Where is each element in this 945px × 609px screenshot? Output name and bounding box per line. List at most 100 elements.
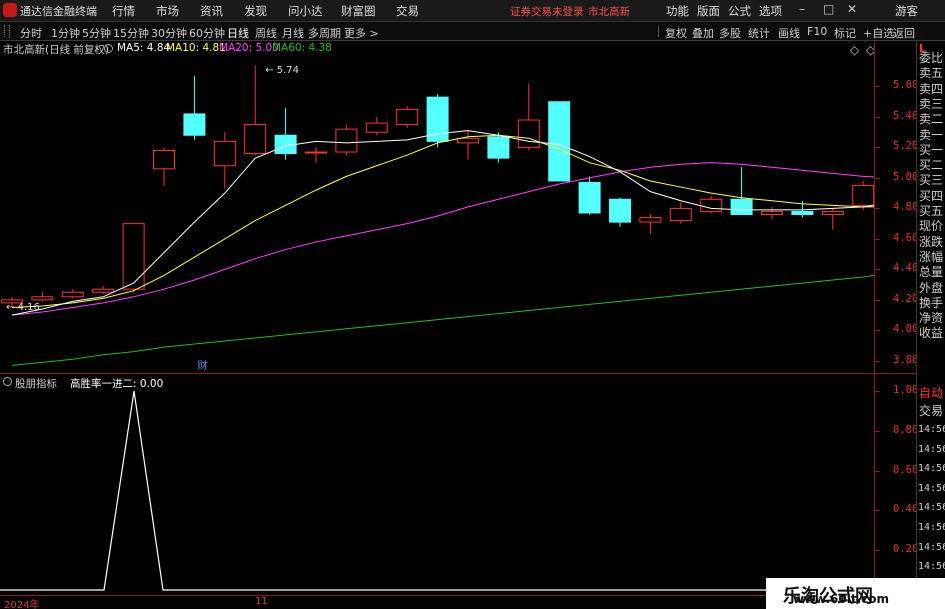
period-daily[interactable]: 日线	[227, 25, 249, 41]
candle[interactable]	[457, 130, 479, 160]
price-tick-label: 4.40	[893, 262, 919, 275]
settings-icon[interactable]	[104, 44, 113, 53]
price-tick-label: 5.60	[893, 79, 919, 92]
menu-ask[interactable]: 问小达	[288, 3, 323, 19]
tool-multistock[interactable]: 多股	[719, 25, 741, 41]
menu-market[interactable]: 市场	[156, 3, 179, 19]
guest-button[interactable]: 游客	[895, 3, 918, 19]
period-5min[interactable]: 5分钟	[82, 25, 111, 41]
low-mark-label: ← 4.16	[6, 302, 40, 313]
zoom-out-icon[interactable]: ◇	[850, 43, 859, 57]
menu-quotes[interactable]: 行情	[112, 3, 135, 19]
period-15min[interactable]: 15分钟	[113, 25, 149, 41]
candle[interactable]	[153, 147, 175, 186]
candle[interactable]	[730, 167, 753, 215]
maximize-icon[interactable]: □	[823, 2, 834, 16]
price-tick	[875, 330, 880, 332]
indicator-line	[0, 390, 766, 591]
candle[interactable]	[61, 289, 84, 299]
candle[interactable]	[578, 176, 601, 215]
menu-news[interactable]: 资讯	[200, 3, 223, 19]
trade-time: 14:56	[918, 561, 945, 573]
period-more[interactable]: 更多 >	[344, 25, 379, 41]
candle[interactable]	[669, 202, 692, 224]
menu-discover[interactable]: 发现	[244, 3, 267, 19]
menu-wealth[interactable]: 财富圈	[341, 3, 376, 19]
tool-overlay[interactable]: 叠加	[692, 25, 714, 41]
menu-functions[interactable]: 功能	[666, 3, 689, 19]
ma60-value: MA60: 4.38	[272, 42, 332, 54]
menu-options[interactable]: 选项	[759, 3, 782, 19]
tool-f10[interactable]: F10	[807, 25, 827, 38]
candle[interactable]	[700, 196, 723, 213]
quote-side-panel: L 委比 卖五 卖四 卖三 卖二 卖一 买一 买二 买三 买四 买五 现价 涨跌 涨幅 总量 外盘 换手 净资 收益…	[916, 41, 945, 594]
candle[interactable]	[761, 206, 783, 220]
minimize-icon[interactable]: –	[799, 2, 805, 16]
tool-stats[interactable]: 统计	[748, 25, 770, 41]
trade-login-status[interactable]: 证券交易未登录	[510, 4, 584, 19]
candle[interactable]	[548, 101, 571, 182]
tool-back[interactable]: 返回	[893, 25, 915, 41]
date-label-month: 11	[255, 596, 268, 607]
candle[interactable]	[365, 116, 388, 136]
indicator-tick	[875, 470, 880, 472]
price-tick-label: 5.40	[893, 109, 919, 122]
period-1min[interactable]: 1分钟	[51, 25, 80, 41]
indicator-chart[interactable]	[0, 374, 874, 594]
high-mark-label: ← 5.74	[265, 65, 299, 76]
trade-time: 14:56	[918, 482, 945, 494]
ma5-value: MA5: 4.84	[117, 42, 171, 54]
tool-adjust[interactable]: 复权	[665, 25, 687, 41]
candle[interactable]	[244, 65, 267, 156]
trade-time: 14:56	[918, 541, 945, 553]
candlestick-chart[interactable]: ← 5.74 ← 4.16 财	[0, 56, 874, 373]
candle[interactable]	[396, 106, 419, 128]
indicator-tick	[875, 430, 880, 432]
candle[interactable]	[183, 75, 206, 140]
period-timeshare[interactable]: 分时	[20, 25, 42, 41]
candle[interactable]	[92, 286, 115, 294]
candle[interactable]	[335, 124, 358, 156]
menu-bar: 通达信金融终端 行情 市场 资讯 发现 问小达 财富圈 交易 证券交易未登录 市…	[0, 0, 945, 22]
candle[interactable]	[122, 223, 145, 293]
candle[interactable]	[821, 208, 844, 230]
price-tick-label: 3.80	[893, 353, 919, 366]
price-tick	[875, 299, 880, 301]
candle[interactable]	[213, 132, 236, 189]
candle[interactable]	[31, 292, 54, 302]
period-weekly[interactable]: 周线	[255, 25, 277, 41]
price-tick-label: 4.60	[893, 231, 919, 244]
menu-trade[interactable]: 交易	[396, 3, 419, 19]
indicator-tick	[875, 391, 880, 392]
candle[interactable]	[609, 197, 631, 227]
event-marker[interactable]: 财	[197, 359, 207, 372]
trade-time: 14:56	[918, 463, 945, 475]
toolbar-grip-icon[interactable]	[4, 25, 10, 37]
current-stock-name: 市北高新	[588, 6, 630, 18]
tool-add-watchlist[interactable]: +自选	[863, 25, 894, 41]
tool-draw[interactable]: 画线	[778, 25, 800, 41]
menu-layout[interactable]: 版面	[697, 3, 720, 19]
auto-toggle[interactable]: 自动	[919, 384, 945, 401]
price-tick-label: 4.00	[893, 323, 919, 336]
candle[interactable]	[274, 107, 297, 160]
price-tick-label: 4.80	[893, 201, 919, 214]
stock-label: 市北高新(日线 前复权)	[3, 44, 110, 56]
close-icon[interactable]: ✕	[847, 2, 857, 16]
period-monthly[interactable]: 月线	[282, 25, 304, 41]
candle[interactable]	[639, 214, 662, 235]
watermark-url: www.60lt.com	[793, 592, 890, 606]
indicator-tick-label: 0.80	[893, 423, 919, 436]
date-label-year: 2024年	[4, 600, 40, 609]
menu-formula[interactable]: 公式	[728, 3, 751, 19]
trade-time: 14:56	[918, 443, 945, 455]
tool-mark[interactable]: 标记	[834, 25, 856, 41]
candle[interactable]	[305, 147, 327, 163]
candle[interactable]	[426, 94, 449, 148]
indicator-tick-label: 0.40	[893, 503, 919, 516]
period-30min[interactable]: 30分钟	[151, 25, 187, 41]
period-multi[interactable]: 多周期	[308, 25, 341, 41]
price-tick	[875, 238, 880, 240]
period-60min[interactable]: 60分钟	[189, 25, 225, 41]
price-tick	[875, 86, 880, 88]
